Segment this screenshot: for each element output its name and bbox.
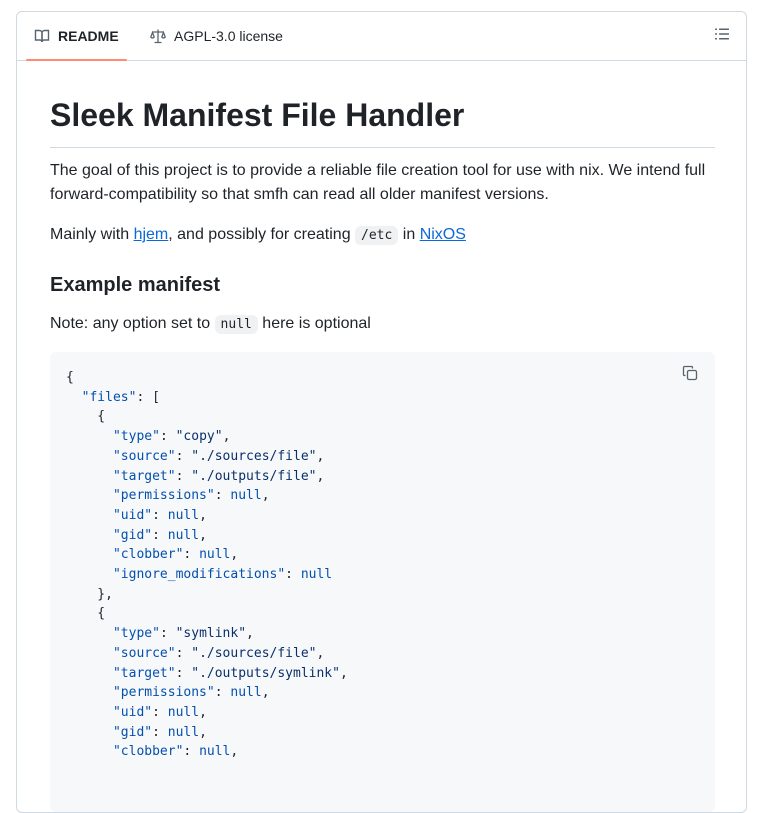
- code-line: "permissions": null,: [112, 488, 270, 504]
- code-line: "target": "./outputs/symlink",: [112, 665, 348, 681]
- code-block: { "files": [ { "type": "copy", "source":…: [50, 352, 715, 812]
- code-line: "target": "./outputs/file",: [112, 468, 325, 484]
- code-line: "files": [: [81, 389, 160, 405]
- copy-button[interactable]: [679, 364, 701, 386]
- code-line: "clobber": null,: [112, 744, 239, 760]
- hjem-link[interactable]: hjem: [134, 226, 169, 243]
- note-paragraph: Note: any option set to null here is opt…: [50, 312, 715, 337]
- code-line: "type": "symlink",: [112, 626, 254, 642]
- copy-icon: [682, 365, 698, 386]
- nixos-link[interactable]: NixOS: [420, 226, 466, 243]
- code-line: "ignore_modifications": null: [112, 567, 333, 583]
- code-content: { "files": [ { "type": "copy", "source":…: [66, 368, 348, 762]
- code-line: {: [66, 606, 106, 622]
- active-tab-indicator: [26, 59, 127, 61]
- section-heading-example-manifest: Example manifest: [50, 274, 221, 296]
- usage-paragraph: Mainly with hjem, and possibly for creat…: [50, 223, 715, 248]
- code-line: "source": "./sources/file",: [112, 645, 325, 661]
- usage-text: , and possibly for creating: [168, 226, 356, 243]
- code-line: "clobber": null,: [112, 547, 239, 563]
- tab-license-label: AGPL-3.0 license: [174, 28, 283, 44]
- code-line: "type": "copy",: [112, 429, 231, 445]
- inline-code-etc: /etc: [355, 226, 399, 245]
- readme-tabbar: README AGPL-3.0 license: [17, 12, 746, 61]
- inline-code-null: null: [214, 315, 258, 334]
- code-line: },: [66, 586, 113, 602]
- code-line: {: [66, 409, 106, 425]
- intro-paragraph: The goal of this project is to provide a…: [50, 162, 706, 203]
- code-line: "gid": null,: [112, 527, 207, 543]
- list-unordered-icon: [714, 26, 730, 47]
- note-text: Note: any option set to: [50, 315, 215, 332]
- code-line: "permissions": null,: [112, 685, 270, 701]
- usage-text: in: [398, 226, 420, 243]
- code-line: "uid": null,: [112, 507, 207, 523]
- book-icon: [34, 28, 50, 44]
- page-title: Sleek Manifest File Handler: [50, 95, 715, 148]
- code-line: {: [66, 370, 74, 385]
- outline-button[interactable]: [712, 26, 732, 46]
- law-icon: [150, 28, 166, 44]
- tab-readme-label: README: [58, 28, 119, 44]
- usage-text: Mainly with: [50, 226, 134, 243]
- tab-readme[interactable]: README: [26, 12, 127, 61]
- code-line: "source": "./sources/file",: [112, 448, 325, 464]
- code-line: "uid": null,: [112, 704, 207, 720]
- tab-license[interactable]: AGPL-3.0 license: [142, 12, 291, 60]
- readme-card: README AGPL-3.0 license Sleek Manifest F…: [16, 11, 747, 813]
- code-line: "gid": null,: [112, 724, 207, 740]
- note-text: here is optional: [257, 315, 371, 332]
